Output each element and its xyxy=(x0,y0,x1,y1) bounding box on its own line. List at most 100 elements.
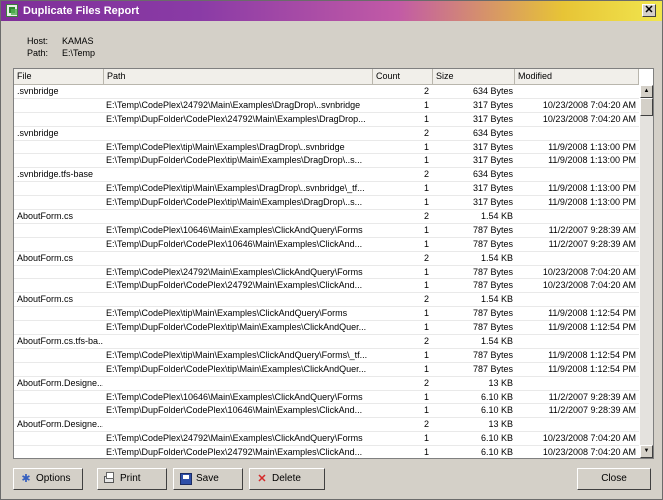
cell-file: AboutForm.cs xyxy=(17,252,74,263)
cell-modified: 11/9/2008 1:13:00 PM xyxy=(548,183,636,194)
cell-size: 317 Bytes xyxy=(472,183,513,194)
cell-file xyxy=(17,391,103,404)
table-row[interactable]: AboutForm.cs.tfs-ba... 2 1.54 KB xyxy=(14,335,639,349)
cell-size: 317 Bytes xyxy=(472,155,513,166)
cell-count: 1 xyxy=(423,363,429,374)
cell-modified xyxy=(515,252,636,265)
cell-count: 1 xyxy=(423,113,429,124)
table-row[interactable]: AboutForm.Designe... 2 13 KB xyxy=(14,377,639,391)
cell-size: 13 KB xyxy=(488,419,513,430)
cell-size: 787 Bytes xyxy=(472,349,513,360)
cell-count: 1 xyxy=(423,238,429,249)
cell-count: 1 xyxy=(423,447,429,458)
cell-modified xyxy=(515,335,636,348)
cell-file xyxy=(17,154,103,167)
cell-size: 634 Bytes xyxy=(472,169,513,180)
vertical-scrollbar[interactable]: ▲ ▼ xyxy=(640,85,653,458)
table-row[interactable]: AboutForm.cs 2 1.54 KB xyxy=(14,252,639,266)
cell-modified: 11/9/2008 1:12:54 PM xyxy=(548,308,636,319)
table-row[interactable]: .svnbridge.tfs-base 2 634 Bytes xyxy=(14,168,639,183)
print-button[interactable]: Print xyxy=(97,468,167,490)
table-row[interactable]: .svnbridge 2 634 Bytes xyxy=(14,85,639,99)
cell-path xyxy=(106,252,370,265)
cell-modified: 11/2/2007 9:28:39 AM xyxy=(548,405,636,416)
printer-icon xyxy=(104,472,114,483)
table-row[interactable]: E:\Temp\CodePlex\24792\Main\Examples\Dra… xyxy=(14,99,639,113)
table-row[interactable]: E:\Temp\DupFolder\CodePlex\10646\Main\Ex… xyxy=(14,238,639,252)
cell-size: 13 KB xyxy=(488,377,513,388)
cell-size: 1.54 KB xyxy=(480,336,513,347)
cell-count: 2 xyxy=(423,252,429,263)
column-header-modified[interactable]: Modified xyxy=(515,69,639,84)
cell-modified: 11/9/2008 1:12:54 PM xyxy=(548,349,636,360)
cell-modified xyxy=(515,85,636,98)
cell-count: 1 xyxy=(423,99,429,110)
cell-file: AboutForm.Designe... xyxy=(17,419,103,430)
table-row[interactable]: AboutForm.cs 2 1.54 KB xyxy=(14,293,639,308)
cell-size: 634 Bytes xyxy=(472,127,513,138)
table-row[interactable]: E:\Temp\DupFolder\CodePlex\tip\Main\Exam… xyxy=(14,196,639,211)
cell-count: 1 xyxy=(423,322,429,333)
scroll-thumb[interactable] xyxy=(640,98,653,116)
cell-size: 6.10 KB xyxy=(480,391,513,402)
cell-path: E:\Temp\CodePlex\tip\Main\Examples\Click… xyxy=(106,349,368,360)
cell-path xyxy=(106,85,370,98)
column-header-path[interactable]: Path xyxy=(104,69,373,84)
save-button-label: Save xyxy=(196,473,219,484)
options-button[interactable]: ✱ Options xyxy=(13,468,83,490)
table-row[interactable]: E:\Temp\DupFolder\CodePlex\tip\Main\Exam… xyxy=(14,363,639,377)
window-close-icon[interactable]: ✕ xyxy=(642,4,656,17)
cell-count: 2 xyxy=(423,169,429,180)
table-row[interactable]: AboutForm.cs 2 1.54 KB xyxy=(14,210,639,224)
table-row[interactable]: E:\Temp\CodePlex\10646\Main\Examples\Cli… xyxy=(14,391,639,405)
close-button[interactable]: Close xyxy=(577,468,651,490)
host-value: KAMAS xyxy=(62,36,94,46)
cell-file xyxy=(17,446,103,458)
cell-file: AboutForm.cs xyxy=(17,294,74,305)
table-row[interactable]: E:\Temp\DupFolder\CodePlex\tip\Main\Exam… xyxy=(14,321,639,336)
cell-count: 1 xyxy=(423,405,429,416)
table-row[interactable]: E:\Temp\DupFolder\CodePlex\24792\Main\Ex… xyxy=(14,279,639,294)
cell-count: 1 xyxy=(423,280,429,291)
scroll-down-icon[interactable]: ▼ xyxy=(640,445,653,458)
cell-count: 1 xyxy=(423,308,429,319)
cell-file: .svnbridge.tfs-base xyxy=(17,169,94,180)
column-header-file[interactable]: File xyxy=(14,69,104,84)
delete-button[interactable]: ✕ Delete xyxy=(249,468,325,490)
cell-size: 787 Bytes xyxy=(472,322,513,333)
table-row[interactable]: E:\Temp\DupFolder\CodePlex\24792\Main\Ex… xyxy=(14,446,639,458)
table-row[interactable]: E:\Temp\DupFolder\CodePlex\24792\Main\Ex… xyxy=(14,113,639,127)
table-row[interactable]: E:\Temp\DupFolder\CodePlex\10646\Main\Ex… xyxy=(14,404,639,419)
table-row[interactable]: .svnbridge 2 634 Bytes xyxy=(14,127,639,141)
table-row[interactable]: AboutForm.Designe... 2 13 KB xyxy=(14,418,639,433)
scroll-up-icon[interactable]: ▲ xyxy=(640,85,653,98)
cell-path xyxy=(106,168,370,181)
table-row[interactable]: E:\Temp\CodePlex\tip\Main\Examples\DragD… xyxy=(14,141,639,155)
window-title: Duplicate Files Report xyxy=(23,5,140,17)
cell-count: 2 xyxy=(423,127,429,138)
column-header-size[interactable]: Size xyxy=(433,69,515,84)
cell-modified: 11/9/2008 1:13:00 PM xyxy=(548,141,636,152)
cell-size: 317 Bytes xyxy=(472,113,513,124)
table-row[interactable]: E:\Temp\CodePlex\10646\Main\Examples\Cli… xyxy=(14,224,639,238)
table-row[interactable]: E:\Temp\CodePlex\tip\Main\Examples\Click… xyxy=(14,349,639,363)
cell-modified: 10/23/2008 7:04:20 AM xyxy=(542,266,636,277)
cell-modified: 11/2/2007 9:28:39 AM xyxy=(548,224,636,235)
save-button[interactable]: Save xyxy=(173,468,243,490)
column-header-count[interactable]: Count xyxy=(373,69,433,84)
table-row[interactable]: E:\Temp\CodePlex\24792\Main\Examples\Cli… xyxy=(14,432,639,447)
table-row[interactable]: E:\Temp\DupFolder\CodePlex\tip\Main\Exam… xyxy=(14,154,639,169)
cell-size: 6.10 KB xyxy=(480,405,513,416)
cell-size: 317 Bytes xyxy=(472,141,513,152)
table-row[interactable]: E:\Temp\CodePlex\tip\Main\Examples\Click… xyxy=(14,307,639,322)
duplicates-list[interactable]: File Path Count Size Modified .svnbridge… xyxy=(13,68,654,459)
table-row[interactable]: E:\Temp\CodePlex\tip\Main\Examples\DragD… xyxy=(14,182,639,197)
cell-path: E:\Temp\CodePlex\24792\Main\Examples\Cli… xyxy=(106,433,363,444)
path-value: E:\Temp xyxy=(62,48,96,58)
cell-file xyxy=(17,141,103,154)
table-row[interactable]: E:\Temp\CodePlex\24792\Main\Examples\Cli… xyxy=(14,266,639,280)
cell-path: E:\Temp\DupFolder\CodePlex\24792\Main\Ex… xyxy=(106,113,366,124)
cell-modified: 10/23/2008 7:04:20 AM xyxy=(542,113,636,124)
cell-path xyxy=(106,335,370,348)
title-bar[interactable]: Duplicate Files Report ✕ xyxy=(1,1,662,21)
